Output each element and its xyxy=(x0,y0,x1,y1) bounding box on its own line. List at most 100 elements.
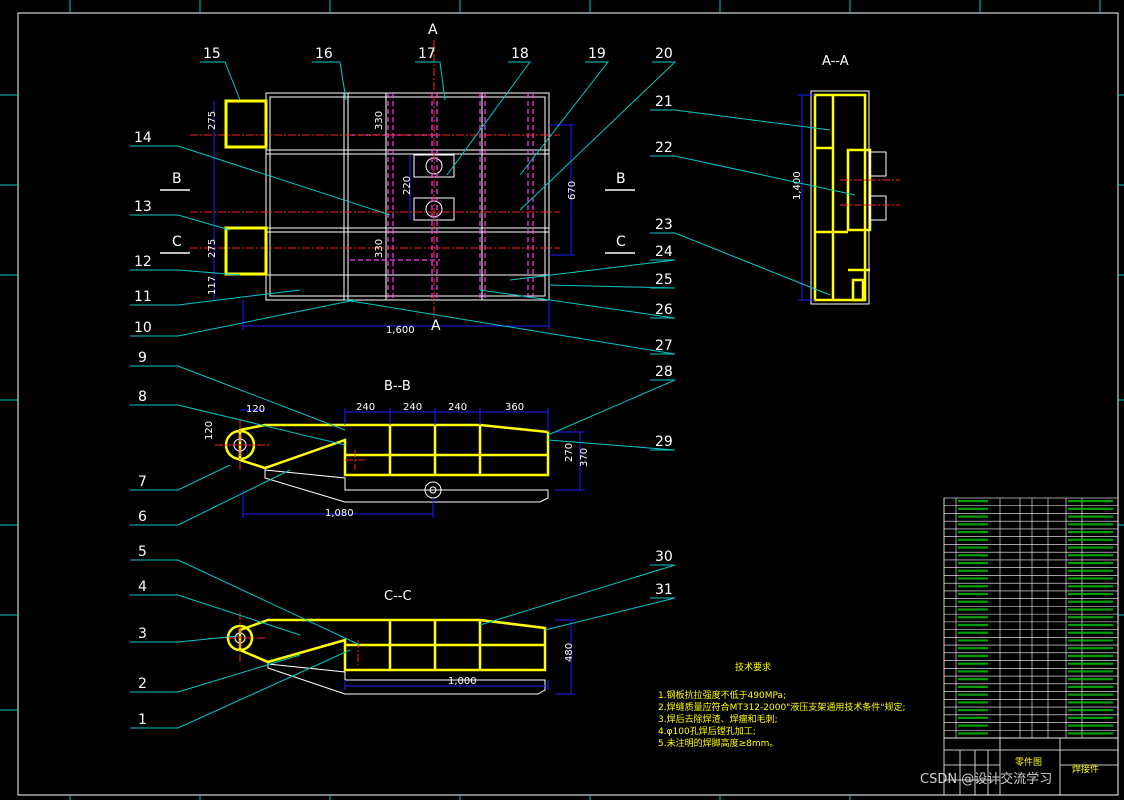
bom-row-text-mark xyxy=(958,600,988,603)
bom-row-text-mark xyxy=(958,654,988,658)
callout-3: 3 xyxy=(138,626,147,642)
bom-row-text-mark xyxy=(958,515,988,518)
bom-row-text-mark xyxy=(1068,523,1113,526)
title-block-label-2: 焊接件 xyxy=(1072,763,1099,775)
bom-row-text-mark xyxy=(1068,662,1113,665)
callout-15: 15 xyxy=(203,46,221,62)
bom-row-text-mark xyxy=(1068,600,1113,603)
section-cc-right-dim: 480 xyxy=(564,643,575,662)
tech-req-item-4: 4.φ100孔焊后镗孔加工; xyxy=(658,725,756,737)
section-bb-dim-1: 240 xyxy=(356,402,375,413)
tech-req-item-5: 5.未注明的焊脚高度≥8mm。 xyxy=(658,737,778,749)
bom-row-text-mark xyxy=(1068,724,1113,727)
bom-row-text-mark xyxy=(1068,515,1113,518)
callout-8: 8 xyxy=(138,389,147,405)
callout-25: 25 xyxy=(655,272,673,288)
section-bb-right-dim: 270 xyxy=(564,443,575,462)
bom-row-text-mark xyxy=(958,608,988,611)
bom-row-text-mark xyxy=(958,662,988,665)
bom-row-text-mark xyxy=(958,732,988,735)
bill-of-materials xyxy=(943,497,1119,739)
bom-row-text-mark xyxy=(958,724,988,727)
bom-row-text-mark xyxy=(1068,678,1113,681)
bom-row-text-mark xyxy=(1068,701,1113,704)
section-mark-c-right: C xyxy=(616,234,626,250)
bom-row-text-mark xyxy=(958,530,988,534)
callout-14: 14 xyxy=(134,130,152,146)
bom-row-text-mark xyxy=(1068,546,1113,549)
plan-height-dim: 670 xyxy=(567,181,578,200)
bom-row-text-mark xyxy=(958,546,988,549)
plan-dim-left-3: 117 xyxy=(207,276,218,295)
bom-row-text-mark xyxy=(1068,639,1113,642)
callout-5: 5 xyxy=(138,544,147,560)
section-cc-view: C--C 1,000 480 xyxy=(215,589,575,695)
callout-16: 16 xyxy=(315,46,333,62)
section-bb-view: B--B 240 240 240 360 1,080 120 120 270 3… xyxy=(204,379,590,519)
plan-width-dim: 1,600 xyxy=(386,325,415,336)
section-mark-a-top: A xyxy=(428,22,438,38)
section-cc-title: C--C xyxy=(384,589,412,604)
cad-drawing-canvas: 1,600 670 275 275 117 220 330 330 A A B … xyxy=(0,0,1124,800)
bom-row-text-mark xyxy=(958,523,988,526)
callout-1: 1 xyxy=(138,712,147,728)
bom-row-text-mark xyxy=(958,538,988,541)
title-block-label-1: 零件图 xyxy=(1015,756,1042,768)
bom-row-text-mark xyxy=(958,592,988,596)
bom-row-text-mark xyxy=(1068,577,1113,580)
section-mark-b-left: B xyxy=(172,171,182,187)
section-bb-title: B--B xyxy=(384,379,411,394)
callout-6: 6 xyxy=(138,509,147,525)
section-mark-c-left: C xyxy=(172,234,182,250)
section-bb-left-dim: 120 xyxy=(246,404,265,415)
callout-4: 4 xyxy=(138,579,147,595)
bom-row-text-mark xyxy=(1068,732,1113,735)
callout-18: 18 xyxy=(511,46,529,62)
watermark-text: CSDN @设计交流学习 xyxy=(920,771,1052,787)
bom-row-text-mark xyxy=(958,647,988,650)
bom-row-text-mark xyxy=(958,709,988,712)
tech-req-item-3: 3.焊后去除焊渣、焊瘤和毛刺; xyxy=(658,713,778,725)
section-cc-width-dim: 1,000 xyxy=(448,676,477,687)
bom-row-text-mark xyxy=(958,585,988,588)
bom-row-text-mark xyxy=(1068,585,1113,588)
callout-13: 13 xyxy=(134,199,152,215)
callout-20: 20 xyxy=(655,46,673,62)
plan-dim-mid: 220 xyxy=(402,176,413,195)
callout-31: 31 xyxy=(655,582,673,598)
callout-10: 10 xyxy=(134,320,152,336)
section-aa-height-dim: 1,400 xyxy=(792,171,803,200)
bom-row-text-mark xyxy=(958,639,988,642)
plan-dim-left-1: 275 xyxy=(207,111,218,130)
tech-req-item-1: 1.钢板抗拉强度不低于490MPa; xyxy=(658,689,786,701)
section-mark-a-bottom: A xyxy=(431,318,441,334)
technical-requirements: 技术要求 1.钢板抗拉强度不低于490MPa; 2.焊缝质量应符合MT312-2… xyxy=(658,661,906,749)
callout-9: 9 xyxy=(138,350,147,366)
bom-row-text-mark xyxy=(1068,654,1113,658)
callout-22: 22 xyxy=(655,140,673,156)
section-bb-dim-4: 360 xyxy=(505,402,524,413)
bom-row-text-mark xyxy=(1068,623,1113,627)
bom-row-text-mark xyxy=(958,678,988,681)
bom-row-text-mark xyxy=(1068,616,1113,619)
bom-row-text-mark xyxy=(1068,608,1113,611)
callout-26: 26 xyxy=(655,302,673,318)
bom-row-text-mark xyxy=(1068,538,1113,541)
plan-view: 1,600 670 275 275 117 220 330 330 A A B … xyxy=(160,22,635,336)
callout-17: 17 xyxy=(418,46,436,62)
callout-21: 21 xyxy=(655,94,673,110)
section-bb-width-dim: 1,080 xyxy=(325,508,354,519)
plan-dim-mid3: 330 xyxy=(374,239,385,258)
section-aa-title: A--A xyxy=(822,54,849,69)
tech-req-item-2: 2.焊缝质量应符合MT312-2000"液压支架通用技术条件"规定; xyxy=(658,701,906,713)
bom-row-text-mark xyxy=(1068,709,1113,712)
bom-row-text-mark xyxy=(1068,507,1113,510)
section-bb-left-dim2: 120 xyxy=(204,421,215,440)
section-bb-dim-3: 240 xyxy=(448,402,467,413)
bom-row-text-mark xyxy=(958,670,988,673)
callout-19: 19 xyxy=(588,46,606,62)
bom-row-text-mark xyxy=(1068,693,1113,696)
bom-row-text-mark xyxy=(1068,569,1113,572)
tech-req-title: 技术要求 xyxy=(735,661,771,673)
callout-27: 27 xyxy=(655,338,673,354)
